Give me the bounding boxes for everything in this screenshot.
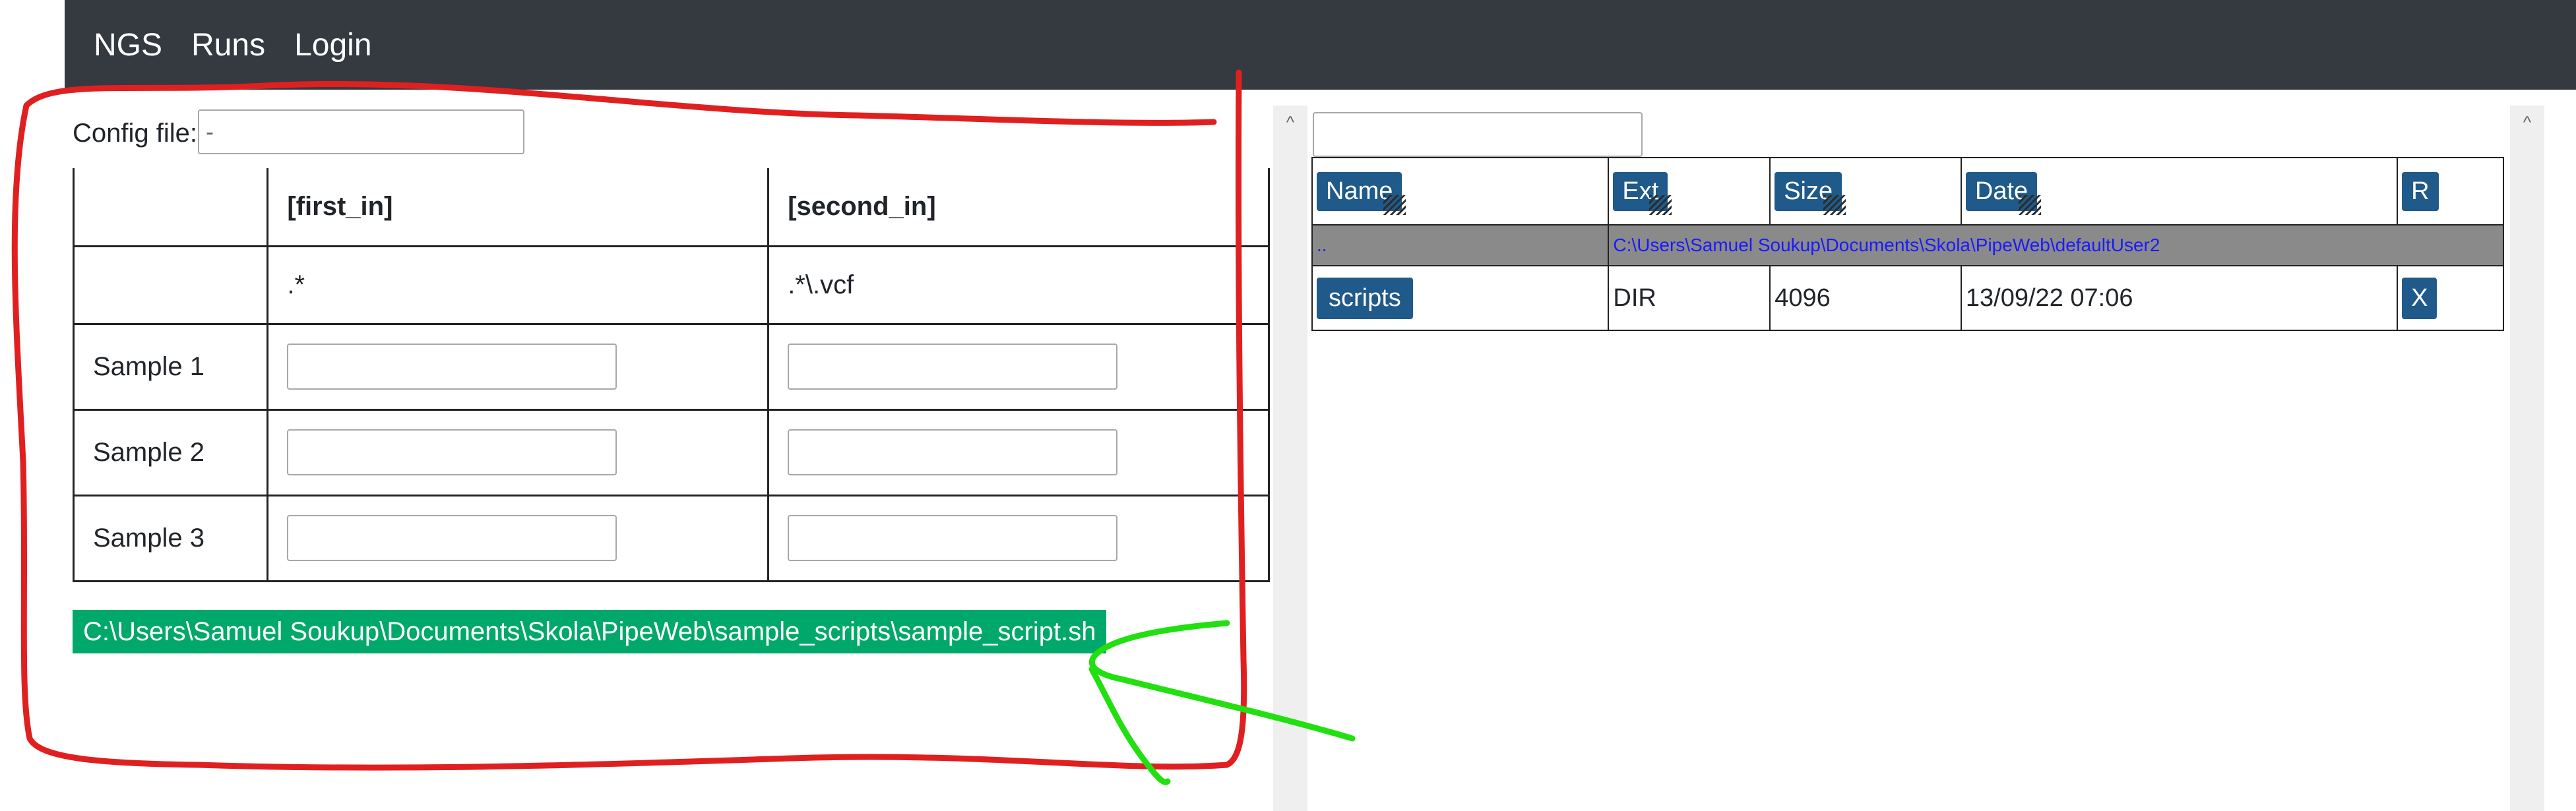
resize-grip-icon[interactable] — [1823, 195, 1846, 215]
file-date: 13/09/22 07:06 — [1960, 265, 2399, 331]
sort-date-button[interactable]: Date — [1965, 171, 2042, 215]
scroll-up-icon[interactable]: ^ — [2510, 112, 2544, 133]
file-ext: DIR — [1608, 265, 1771, 331]
samples-table: [first_in] [second_in] .* .*\.vcf Sample… — [72, 168, 1270, 582]
sample-label: Sample 2 — [72, 408, 269, 496]
header-first-in: [first_in] — [267, 168, 770, 247]
sample-row: Sample 1 — [72, 322, 1270, 411]
delete-button[interactable]: X — [2402, 277, 2437, 319]
sort-name-button[interactable]: Name — [1317, 171, 1406, 215]
parent-dir-row[interactable]: .. C:\Users\Samuel Soukup\Documents\Skol… — [1311, 224, 2504, 266]
folder-scripts-button[interactable]: scripts — [1317, 277, 1413, 319]
sort-name-label: Name — [1326, 177, 1393, 205]
sort-ext-button[interactable]: Ext — [1613, 171, 1672, 215]
pattern-cell-empty — [72, 245, 269, 325]
file-filter-input[interactable] — [1313, 112, 1643, 157]
script-path-button[interactable]: C:\Users\Samuel Soukup\Documents\Skola\P… — [73, 610, 1107, 653]
sample-1-second-input[interactable] — [788, 344, 1118, 390]
file-size: 4096 — [1769, 265, 1962, 331]
resize-grip-icon[interactable] — [1649, 195, 1672, 215]
resize-grip-icon[interactable] — [1383, 195, 1406, 215]
sample-label: Sample 3 — [72, 494, 269, 582]
left-scrollbar[interactable]: ^ — [1273, 105, 1307, 811]
pattern-second-in: .*\.vcf — [767, 245, 1270, 325]
parent-dir-link[interactable]: .. — [1311, 224, 1610, 266]
file-row: scripts DIR 4096 13/09/22 07:06 X — [1311, 265, 2504, 331]
top-navbar: NGS Runs Login — [65, 0, 2576, 90]
sample-3-first-input[interactable] — [287, 515, 617, 561]
sample-2-first-input[interactable] — [287, 429, 617, 475]
right-scrollbar[interactable]: ^ — [2510, 105, 2544, 811]
sample-1-first-input[interactable] — [287, 344, 617, 390]
header-second-in: [second_in] — [767, 168, 1270, 247]
refresh-button[interactable]: R — [2402, 171, 2439, 211]
nav-brand-ngs[interactable]: NGS — [94, 27, 162, 63]
sample-3-second-input[interactable] — [788, 515, 1118, 561]
pattern-row: .* .*\.vcf — [72, 245, 1270, 325]
pattern-first-in: .* — [267, 245, 770, 325]
nav-link-runs[interactable]: Runs — [191, 27, 265, 63]
sample-label: Sample 1 — [72, 322, 269, 411]
header-cell-empty — [72, 168, 269, 247]
sort-size-button[interactable]: Size — [1775, 171, 1846, 215]
file-header-row: Name Ext Size Date R — [1311, 157, 2504, 225]
sample-row: Sample 3 — [72, 494, 1270, 582]
file-browser-table: Name Ext Size Date R .. C:\Users\Samuel … — [1311, 157, 2504, 331]
resize-grip-icon[interactable] — [2019, 195, 2042, 215]
green-arrow-annotation — [1088, 620, 1356, 785]
nav-link-login[interactable]: Login — [294, 27, 371, 63]
current-path: C:\Users\Samuel Soukup\Documents\Skola\P… — [1608, 224, 2504, 266]
samples-header-row: [first_in] [second_in] — [72, 168, 1270, 247]
config-file-input[interactable] — [198, 109, 524, 154]
config-file-label: Config file: — [73, 119, 197, 148]
sample-row: Sample 2 — [72, 408, 1270, 496]
scroll-up-icon[interactable]: ^ — [1273, 112, 1307, 133]
sample-2-second-input[interactable] — [788, 429, 1118, 475]
